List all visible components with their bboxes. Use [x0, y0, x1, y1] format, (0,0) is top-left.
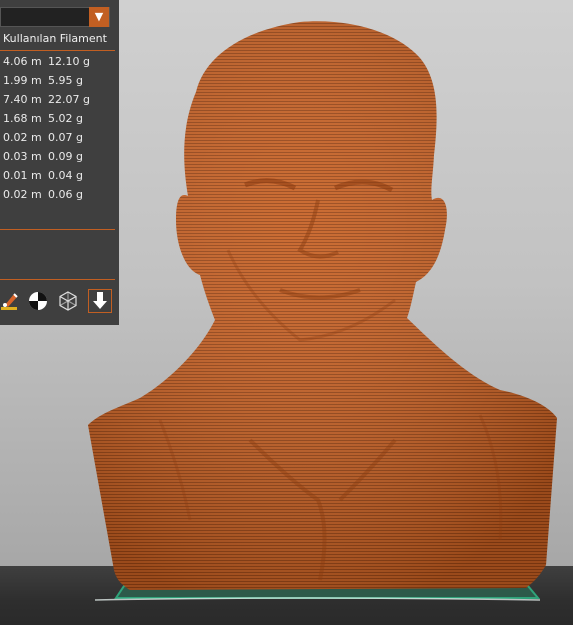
filament-weight: 5.02 g — [48, 112, 83, 125]
filament-weight: 0.04 g — [48, 169, 83, 182]
section-divider — [0, 279, 115, 280]
filament-length: 7.40 m — [3, 93, 42, 106]
filament-weight: 12.10 g — [48, 55, 90, 68]
filament-weight: 0.09 g — [48, 150, 83, 163]
list-item: 0.03 m 0.09 g — [0, 150, 115, 169]
view-toolbar — [0, 289, 119, 317]
list-item: 4.06 m 12.10 g — [0, 55, 115, 74]
paint-brush-icon[interactable] — [0, 289, 22, 313]
header-divider — [0, 50, 115, 51]
export-icon[interactable] — [88, 289, 112, 313]
list-item: 1.68 m 5.02 g — [0, 112, 115, 131]
filament-length: 0.03 m — [3, 150, 42, 163]
filament-weight: 0.07 g — [48, 131, 83, 144]
chevron-down-icon[interactable]: ▼ — [89, 7, 109, 27]
seam-circle-icon[interactable] — [26, 289, 50, 313]
wireframe-cube-icon[interactable] — [56, 289, 80, 313]
filament-length: 0.02 m — [3, 131, 42, 144]
filament-length: 4.06 m — [3, 55, 42, 68]
list-item: 0.02 m 0.07 g — [0, 131, 115, 150]
filament-length: 0.01 m — [3, 169, 42, 182]
filament-used-header: Kullanılan Filament — [3, 32, 107, 45]
filament-weight: 5.95 g — [48, 74, 83, 87]
view-type-dropdown[interactable]: ▼ — [0, 7, 110, 27]
list-item: 0.02 m 0.06 g — [0, 188, 115, 207]
filament-length: 1.99 m — [3, 74, 42, 87]
filament-length: 1.68 m — [3, 112, 42, 125]
list-item: 7.40 m 22.07 g — [0, 93, 115, 112]
list-item: 1.99 m 5.95 g — [0, 74, 115, 93]
filament-weight: 22.07 g — [48, 93, 90, 106]
section-divider — [0, 229, 115, 230]
filament-usage-panel: ▼ Kullanılan Filament 4.06 m 12.10 g 1.9… — [0, 0, 119, 325]
filament-weight: 0.06 g — [48, 188, 83, 201]
model-bust-shape — [88, 21, 557, 590]
filament-length: 0.02 m — [3, 188, 42, 201]
list-item: 0.01 m 0.04 g — [0, 169, 115, 188]
